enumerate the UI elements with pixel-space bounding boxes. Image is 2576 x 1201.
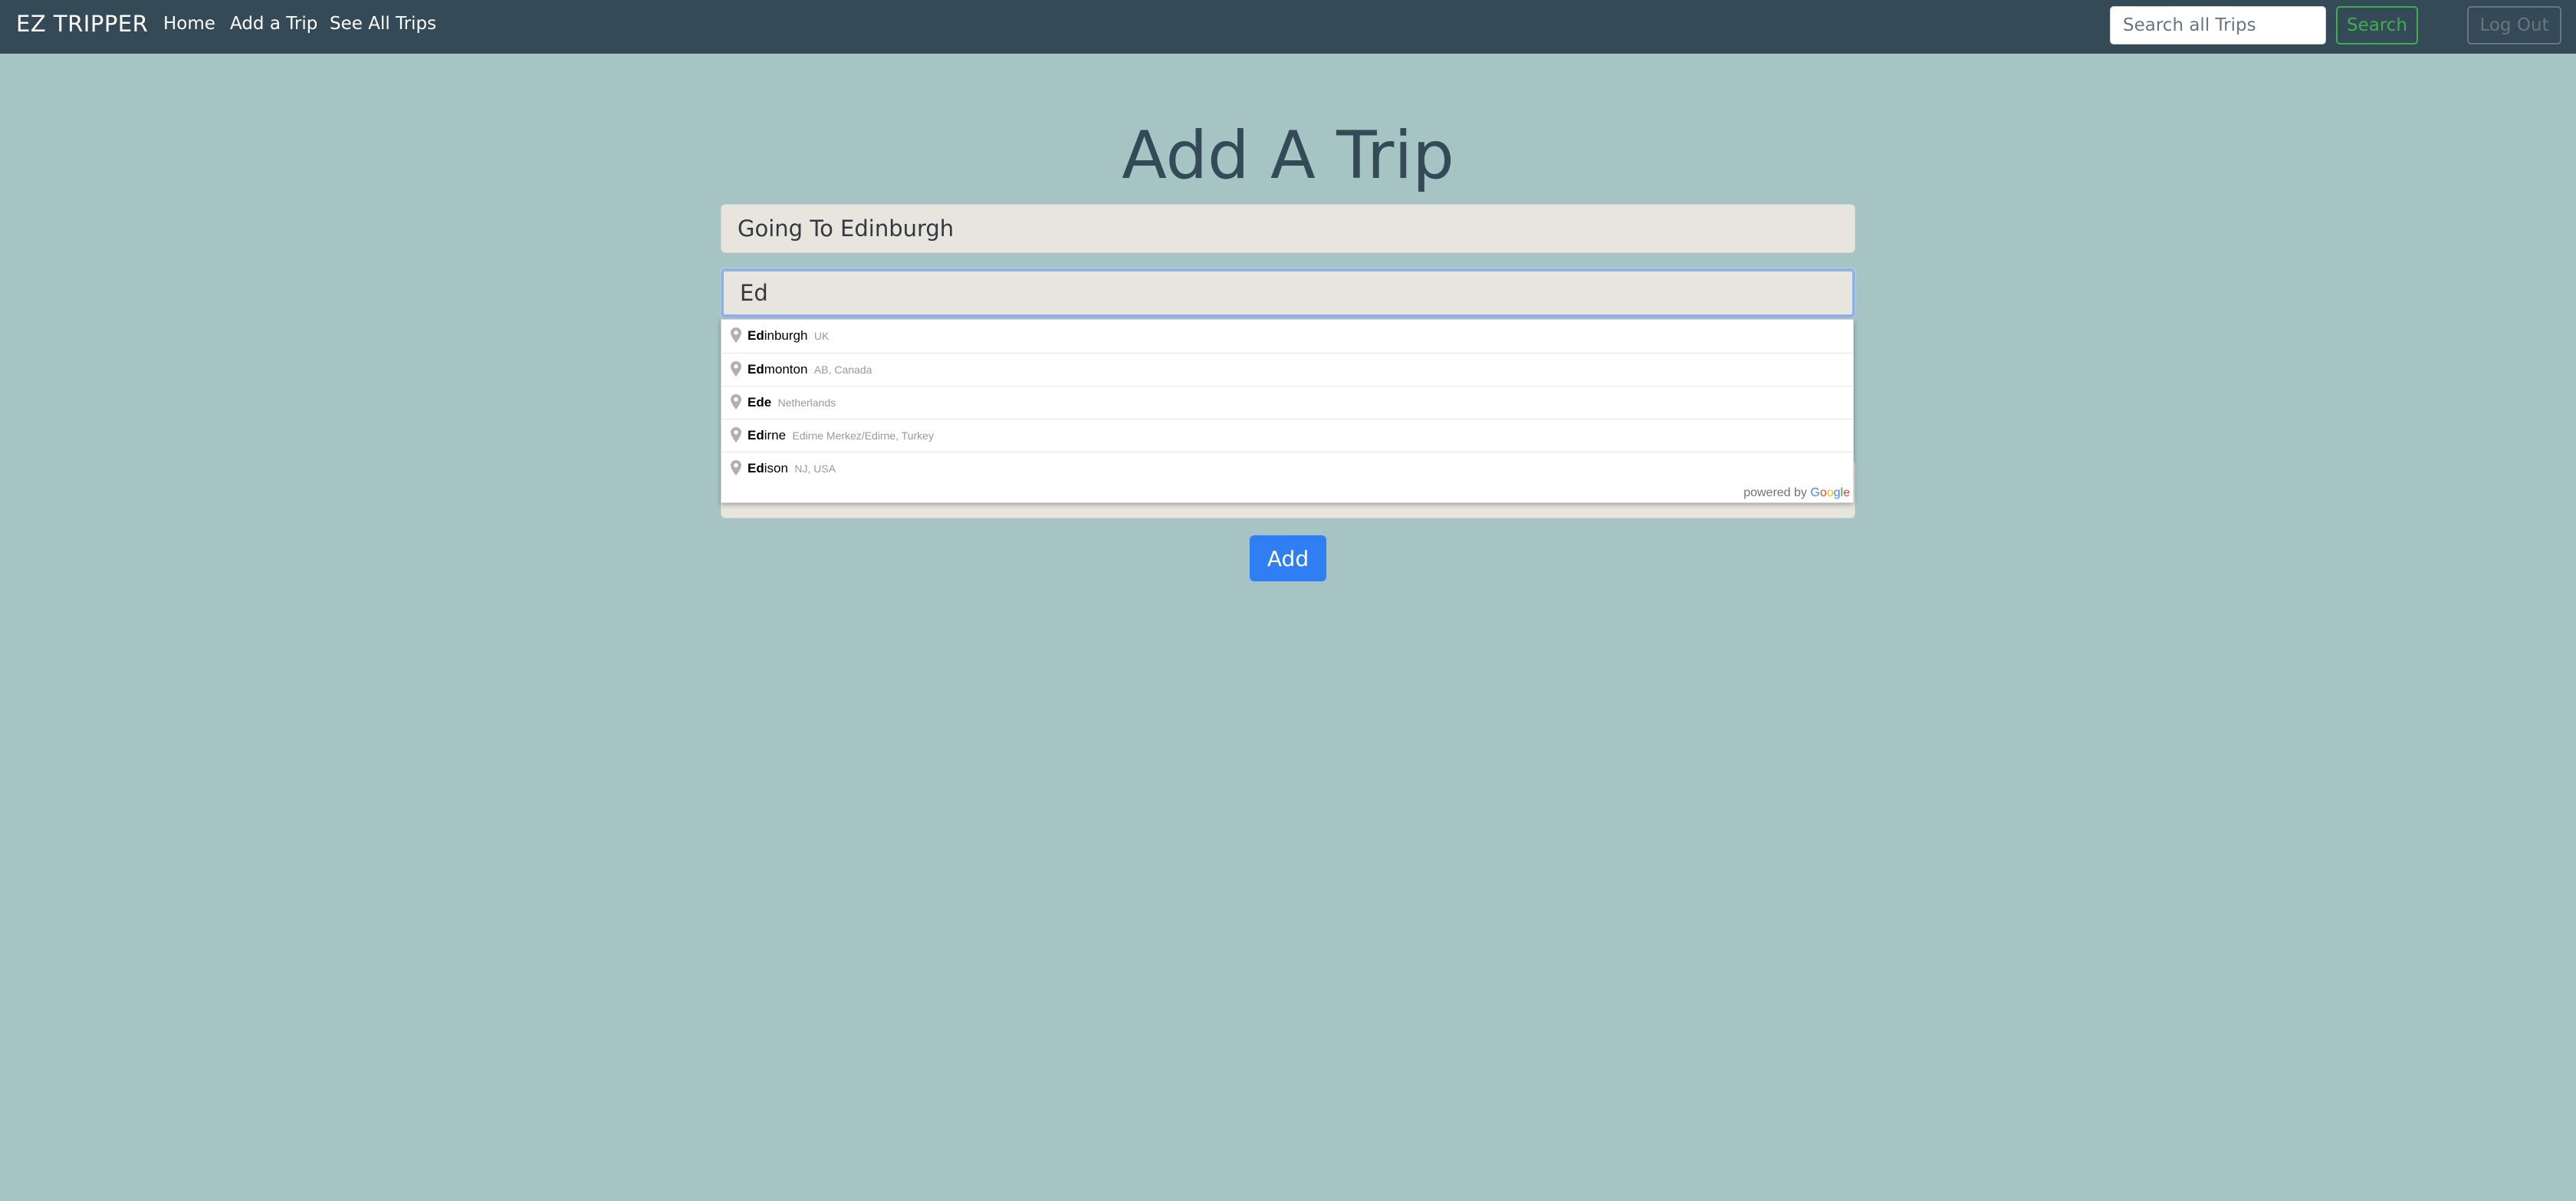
suggestion-secondary: AB, Canada	[813, 364, 872, 376]
google-letter: G	[1810, 486, 1820, 499]
suggestion-secondary: NJ, USA	[794, 462, 836, 475]
powered-by-text: powered by	[1743, 486, 1807, 499]
nav-link-add-trip[interactable]: Add a Trip	[230, 14, 317, 34]
suggestion-item[interactable]: Ede Netherlands	[721, 386, 1853, 419]
powered-by-google-logo: powered by Google	[1743, 486, 1850, 500]
suggestion-secondary: Netherlands	[777, 396, 836, 409]
google-wordmark: Google	[1810, 486, 1850, 499]
log-out-button[interactable]: Log Out	[2467, 6, 2561, 44]
suggestion-rest: monton	[764, 362, 808, 377]
suggestion-main: Edinburgh	[748, 328, 807, 343]
google-letter: o	[1826, 486, 1834, 499]
suggestion-item[interactable]: Edison NJ, USA	[721, 452, 1853, 485]
search-trips-input[interactable]	[2110, 6, 2326, 44]
suggestion-match: Ed	[748, 362, 764, 377]
trip-title-input[interactable]	[721, 204, 1855, 253]
autocomplete-dropdown: Edinburgh UK Edmonton AB, Canada Ede Net…	[721, 319, 1854, 503]
suggestion-match: Ed	[748, 461, 764, 475]
suggestion-match: Ed	[748, 328, 764, 343]
nav-link-home[interactable]: Home	[163, 14, 215, 34]
suggestion-item[interactable]: Edinburgh UK	[721, 320, 1853, 353]
suggestion-main: Edirne	[748, 428, 786, 443]
suggestion-main: Edmonton	[748, 362, 807, 377]
suggestion-secondary: Edirne Merkez/Edirne, Turkey	[792, 429, 934, 442]
map-pin-icon	[731, 460, 741, 475]
suggestion-rest: irne	[764, 428, 787, 443]
search-button[interactable]: Search	[2336, 6, 2418, 44]
map-pin-icon	[731, 394, 741, 410]
suggestion-match: Ed	[748, 428, 764, 443]
suggestion-rest: ison	[764, 461, 788, 475]
add-trip-button[interactable]: Add	[1250, 535, 1326, 581]
google-letter: o	[1819, 486, 1827, 499]
suggestion-secondary: UK	[813, 330, 830, 342]
map-pin-icon	[731, 361, 741, 377]
suggestion-main: Ede	[748, 395, 771, 410]
brand-logo[interactable]: EZ TRIPPER	[16, 11, 148, 37]
suggestion-match: Ede	[748, 395, 772, 410]
map-pin-icon	[731, 327, 741, 343]
google-letter: g	[1833, 486, 1841, 499]
map-pin-icon	[731, 427, 741, 443]
suggestion-item[interactable]: Edirne Edirne Merkez/Edirne, Turkey	[721, 419, 1853, 452]
suggestion-item[interactable]: Edmonton AB, Canada	[721, 353, 1853, 386]
navbar: EZ TRIPPER Home Add a Trip See All Trips…	[0, 0, 2576, 54]
location-input[interactable]	[721, 268, 1855, 318]
suggestion-main: Edison	[748, 461, 788, 475]
nav-link-see-all-trips[interactable]: See All Trips	[330, 14, 436, 34]
page-title: Add A Trip	[1122, 117, 1454, 194]
google-letter: e	[1843, 486, 1850, 499]
suggestion-rest: inburgh	[764, 328, 808, 343]
